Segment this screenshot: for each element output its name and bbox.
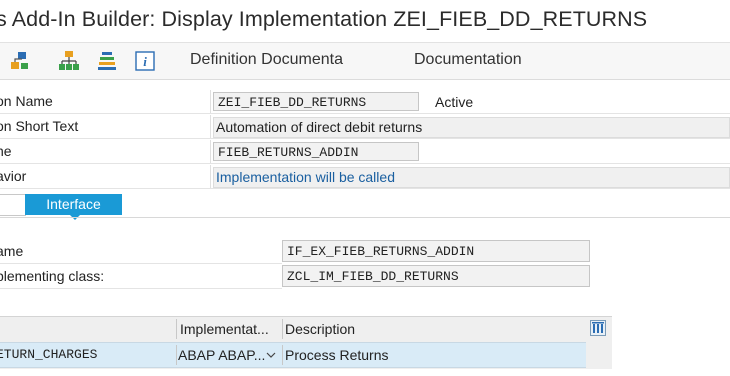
short-text-label: on Short Text: [0, 118, 79, 134]
column-header-implementation[interactable]: Implementat...: [180, 317, 269, 341]
column-divider: [210, 165, 211, 189]
window-title: s Add-In Builder: Display Implementation…: [0, 7, 648, 31]
svg-text:i: i: [143, 54, 147, 69]
documentation-button[interactable]: Documentation: [414, 51, 522, 69]
methods-table: Implementat... Description ETURN_CHARGES…: [0, 316, 612, 369]
org-structure-icon[interactable]: [58, 50, 80, 72]
tab-interface[interactable]: Interface: [25, 194, 122, 215]
table-settings-icon[interactable]: [590, 320, 606, 336]
definition-documentation-button[interactable]: Definition Documenta: [190, 51, 343, 69]
badi-name-label: ne: [0, 143, 12, 159]
implementation-type-cell[interactable]: ABAP ABAP...: [178, 343, 265, 367]
interface-name-row: ame IF_EX_FIEB_RETURNS_ADDIN: [0, 240, 730, 264]
title-bar: s Add-In Builder: Display Implementation…: [0, 0, 730, 43]
column-divider: [210, 90, 211, 114]
implementing-class-row: plementing class: ZCL_IM_FIEB_DD_RETURNS: [0, 265, 730, 289]
column-divider: [210, 115, 211, 139]
short-text-row: on Short Text Automation of direct debit…: [0, 115, 730, 139]
badi-name-field[interactable]: FIEB_RETURNS_ADDIN: [213, 142, 419, 161]
interface-name-field[interactable]: IF_EX_FIEB_RETURNS_ADDIN: [282, 240, 590, 262]
column-header-description[interactable]: Description: [285, 317, 355, 341]
badi-name-row: ne FIEB_RETURNS_ADDIN: [0, 140, 730, 164]
implementing-class-label: plementing class:: [0, 268, 105, 284]
tab-properties[interactable]: [0, 194, 26, 216]
runtime-behavior-value: Implementation will be called: [213, 167, 730, 188]
interface-name-label: ame: [0, 243, 24, 259]
chevron-down-icon[interactable]: [266, 343, 276, 376]
description-cell: Process Returns: [285, 347, 389, 363]
hierarchy-icon[interactable]: [8, 50, 30, 72]
implementation-name-row: on Name ZEI_FIEB_DD_RETURNS Active: [0, 90, 730, 114]
tab-strip: Interface: [0, 194, 730, 222]
short-text-field[interactable]: Automation of direct debit returns: [213, 117, 730, 138]
runtime-behavior-row: avior Implementation will be called: [0, 165, 730, 189]
table-row[interactable]: ETURN_CHARGES ABAP ABAP... Process Retur…: [0, 342, 586, 368]
implementation-name-label: on Name: [0, 93, 53, 109]
application-toolbar: i Definition Documenta Documentation: [0, 43, 730, 80]
implementing-class-field[interactable]: ZCL_IM_FIEB_DD_RETURNS: [282, 265, 590, 287]
implementation-name-field[interactable]: ZEI_FIEB_DD_RETURNS: [213, 92, 419, 111]
info-icon[interactable]: i: [134, 50, 156, 72]
column-divider: [210, 140, 211, 164]
stack-icon[interactable]: [96, 50, 118, 72]
implementation-status: Active: [435, 94, 474, 110]
method-name-cell: ETURN_CHARGES: [0, 347, 98, 362]
runtime-behavior-label: avior: [0, 168, 27, 184]
